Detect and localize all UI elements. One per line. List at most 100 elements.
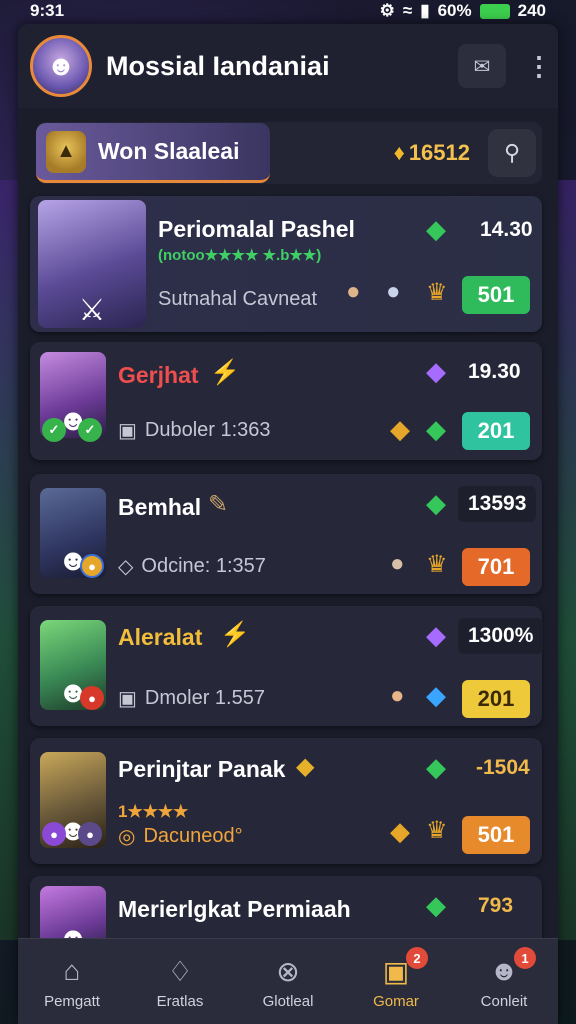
header: ☻ Mossial Iandaniai ✉ ⋮ <box>18 24 558 108</box>
page-title: Mossial Iandaniai <box>106 50 330 81</box>
skull-icon: ● <box>386 278 401 305</box>
rating-stars: (notoo★★★★ ★.b★★) <box>158 247 322 264</box>
coin-icon: ♦ <box>393 140 405 165</box>
rune-icon: ● <box>42 822 66 846</box>
coin-value: 16512 <box>408 140 470 165</box>
compass-icon: ◎ <box>118 826 136 848</box>
nav-label: Glotleal <box>262 993 314 1010</box>
search-button[interactable]: ⚲ <box>488 129 536 177</box>
buy-button[interactable]: 201 <box>462 680 530 718</box>
crown-icon: ♛ <box>426 279 448 306</box>
hero-subtitle: Dacuneod° <box>143 825 243 847</box>
hero-portrait: ⚔ <box>38 200 146 328</box>
bottom-nav: ⌂ Pemgatt ♢ Eratlas ⊗ Glotleal ▣ Gomar 2… <box>18 938 558 1024</box>
status-time: 9:31 <box>30 1 65 20</box>
buy-button[interactable]: 501 <box>462 816 530 854</box>
battery-extra: 240 <box>517 1 546 20</box>
rating-stars: 1★★★★ <box>118 802 189 821</box>
search-icon: ⚲ <box>503 140 521 165</box>
hero-name: Merierlgkat Permiaah <box>118 896 351 922</box>
hero-name: Perinjtar Panak <box>118 756 286 782</box>
notification-badge: 1 <box>514 947 536 969</box>
nav-item-profile[interactable]: ☻ Conleit 1 <box>450 939 558 1024</box>
diamond-outline-icon: ◇ <box>118 556 134 578</box>
list-item[interactable]: ☻ ● Bemhal ✎ ◇ Odcine: 1:357 ◆ 13593 ● ♛… <box>30 474 542 594</box>
mask-icon: ● <box>390 550 405 577</box>
bolt-icon: ⚡ <box>210 359 240 386</box>
signal-icon: ▮ <box>420 1 430 20</box>
gem-icon: ◆ <box>426 890 446 920</box>
hero-name: Aleralat <box>118 624 203 650</box>
helmet-icon: ▲ <box>46 130 86 173</box>
badge-icon: ◆ <box>296 753 315 780</box>
gem-icon: ◆ <box>426 214 446 244</box>
gem-icon: ◆ <box>426 620 446 650</box>
inbox-icon: ✉ <box>473 55 491 78</box>
hero-subtitle: Sutnahal Cavneat <box>158 288 318 310</box>
sapphire-icon: ◆ <box>426 680 446 710</box>
hero-score: 19.30 <box>468 360 521 383</box>
nav-item-battle[interactable]: ⊗ Glotleal <box>234 939 342 1024</box>
hero-name: Periomalal Pashel <box>158 216 355 242</box>
document-icon: ▣ <box>118 420 137 442</box>
crown-icon: ♛ <box>426 817 448 844</box>
hero-score: 13593 <box>458 486 537 522</box>
inbox-button[interactable]: ✉ <box>458 44 506 88</box>
mask-icon: ● <box>390 682 405 709</box>
buy-button[interactable]: 701 <box>462 548 530 586</box>
nav-item-chest[interactable]: ▣ Gomar 2 <box>342 939 450 1024</box>
crystal-icon: ◆ <box>390 816 410 846</box>
league-label: Won Slaaleai <box>98 138 240 164</box>
nav-item-home[interactable]: ⌂ Pemgatt <box>18 939 126 1024</box>
close-circle-icon: ⊗ <box>276 955 300 987</box>
hero-subtitle: Odcine: 1:357 <box>141 555 266 577</box>
buy-button[interactable]: 201 <box>462 412 530 450</box>
nav-label: Conleit <box>480 993 528 1010</box>
document-icon: ▣ <box>118 688 137 710</box>
crown-icon: ♛ <box>426 551 448 578</box>
shield-icon: ● <box>80 554 104 578</box>
nav-label: Gomar <box>373 993 419 1010</box>
hero-subtitle: Dmoler 1.557 <box>144 687 265 709</box>
hero-score: 14.30 <box>480 218 533 241</box>
hero-score: 793 <box>478 894 514 917</box>
coin-balance: ♦ 16512 <box>394 140 470 166</box>
wifi-icon: ≈ <box>402 1 413 20</box>
list-item[interactable]: ☻ ● Aleralat ⚡ ▣ Dmoler 1.557 ◆ 1300% ● … <box>30 606 544 726</box>
hero-name: Gerjhat <box>118 362 199 388</box>
nav-item-bag[interactable]: ♢ Eratlas <box>126 939 234 1024</box>
list-item[interactable]: ⚔ Periomalal Pashel (notoo★★★★ ★.b★★) Su… <box>30 196 542 332</box>
list-item[interactable]: ☻ ✓ ✓ Gerjhat ⚡ ▣ Duboler 1:363 ◆ 19.30 … <box>30 342 542 460</box>
battery-icon <box>479 3 510 19</box>
list-item[interactable]: ☻ ● ● Perinjtar Panak ◆ 1★★★★ ◎ Dacuneod… <box>30 738 542 864</box>
league-toolbar: ▲ Won Slaaleai ♦ 16512 ⚲ <box>36 122 542 184</box>
nav-label: Eratlas <box>156 993 204 1010</box>
check-icon: ✓ <box>42 418 66 442</box>
gem-icon: ◆ <box>426 752 446 782</box>
hero-subtitle: Duboler 1:363 <box>144 419 271 441</box>
hero-name: Bemhal <box>118 494 202 520</box>
gem-icon: ◆ <box>426 356 446 386</box>
crystal-icon: ◆ <box>390 414 410 444</box>
status-bar: 9:31 ⚙ ≈ ▮ 60% 240 <box>0 0 576 22</box>
app-window: ☻ Mossial Iandaniai ✉ ⋮ ▲ Won Slaaleai ♦… <box>18 24 558 1024</box>
notification-icon: ⚙ <box>379 1 395 20</box>
notification-badge: 2 <box>406 947 428 969</box>
player-avatar[interactable]: ☻ <box>30 35 92 97</box>
league-button[interactable]: ▲ Won Slaaleai <box>36 123 270 183</box>
mask-icon: ● <box>346 278 361 305</box>
rune-icon: ● <box>78 822 102 846</box>
gem-icon: ◆ <box>426 488 446 518</box>
hero-score: -1504 <box>476 756 530 779</box>
more-menu-button[interactable]: ⋮ <box>526 51 552 82</box>
check-icon: ✓ <box>78 418 102 442</box>
home-icon: ⌂ <box>63 955 81 986</box>
bag-icon: ♢ <box>167 955 193 987</box>
fire-icon: ● <box>80 686 104 710</box>
nav-label: Pemgatt <box>44 993 100 1010</box>
buy-button[interactable]: 501 <box>462 276 530 314</box>
bolt-icon: ⚡ <box>220 621 250 648</box>
scroll-icon: ✎ <box>208 491 229 518</box>
gem-icon: ◆ <box>426 414 446 444</box>
hero-score: 1300% <box>458 618 544 654</box>
